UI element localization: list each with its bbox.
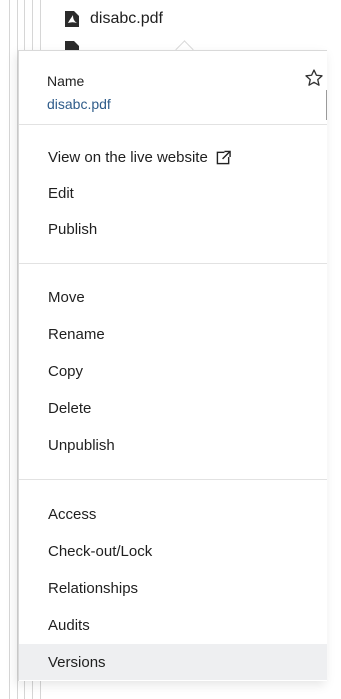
menu-divider — [19, 479, 327, 480]
menu-item-label: Access — [48, 505, 97, 523]
menu-item-rename[interactable]: Rename — [19, 316, 327, 352]
tree-item-label: disabc.pdf — [90, 10, 163, 27]
menu-item-label: Edit — [48, 184, 74, 202]
menu-item-label: Versions — [48, 653, 106, 671]
menu-item-label: Delete — [48, 399, 92, 417]
menu-item-publish[interactable]: Publish — [19, 211, 327, 247]
menu-item-label: Move — [48, 288, 85, 306]
menu-item-label: Publish — [48, 220, 98, 238]
menu-item-access[interactable]: Access — [19, 496, 327, 532]
pdf-file-icon — [65, 11, 79, 27]
menu-item-label: Rename — [48, 325, 105, 343]
menu-divider — [19, 263, 327, 264]
menu-header: Name disabc.pdf — [19, 51, 327, 125]
name-value: disabc.pdf — [47, 96, 111, 112]
menu-item-label: Unpublish — [48, 436, 115, 454]
tree-guide-line — [9, 0, 10, 699]
tree-item-file[interactable]: disabc.pdf — [64, 7, 163, 31]
menu-item-relationships[interactable]: Relationships — [19, 570, 327, 606]
menu-item-versions[interactable]: Versions — [19, 644, 327, 680]
name-label: Name — [47, 73, 85, 89]
menu-item-label: Copy — [48, 362, 84, 380]
file-icon — [65, 41, 79, 50]
star-outline-icon[interactable] — [304, 68, 324, 88]
menu-item-move[interactable]: Move — [19, 279, 327, 315]
external-link-icon — [216, 149, 231, 164]
menu-item-checkout-lock[interactable]: Check-out/Lock — [19, 533, 327, 569]
menu-item-label: View on the live website — [48, 148, 208, 166]
menu-item-label: Check-out/Lock — [48, 542, 153, 560]
menu-item-edit[interactable]: Edit — [19, 175, 327, 211]
menu-item-copy[interactable]: Copy — [19, 353, 327, 389]
context-menu: Name disabc.pdf View on the live website… — [18, 50, 327, 681]
menu-item-view-live[interactable]: View on the live website — [19, 139, 327, 175]
menu-item-label: Audits — [48, 616, 90, 634]
menu-item-audits[interactable]: Audits — [19, 607, 327, 643]
scrollbar[interactable] — [326, 90, 327, 120]
menu-item-label: Relationships — [48, 579, 139, 597]
menu-item-unpublish[interactable]: Unpublish — [19, 427, 327, 463]
menu-item-delete[interactable]: Delete — [19, 390, 327, 426]
